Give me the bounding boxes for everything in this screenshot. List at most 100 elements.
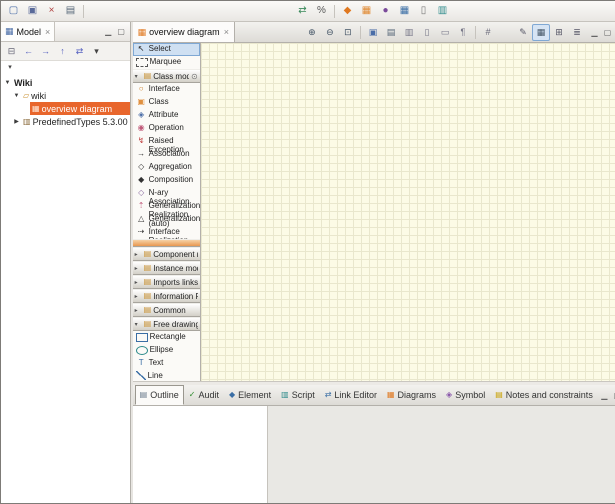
tool-generalization[interactable]: △Generalization	[133, 213, 200, 226]
tool-attribute-icon: ◈	[136, 110, 147, 119]
tool-aggregation[interactable]: ◇Aggregation	[133, 161, 200, 174]
tree-item[interactable]: ▼▱wiki	[1, 89, 130, 102]
tool-marquee[interactable]: Marquee	[133, 56, 200, 69]
page-layout-icon[interactable]: ▯	[418, 24, 436, 41]
new-class-diagram-icon[interactable]: ▦	[357, 2, 376, 20]
section-component-model[interactable]: ▸▤Component mo...	[133, 247, 200, 261]
tool-generalization-realization-auto[interactable]: ⇡Generalization/ Realization (auto)	[133, 200, 200, 213]
toggle-grid-icon[interactable]: ▦	[532, 24, 550, 41]
toggle-guides-icon[interactable]: ≣	[568, 24, 586, 41]
tool-generalization-label: Generalization	[149, 214, 201, 223]
show-page-breaks-icon[interactable]: ▭	[436, 24, 454, 41]
tool-nary-association[interactable]: ◇N-ary Association	[133, 187, 200, 200]
tool-text[interactable]: TText	[133, 357, 200, 370]
tool-class[interactable]: ▣Class	[133, 96, 200, 109]
tool-raised-exception[interactable]: ↯Raised Exception	[133, 135, 200, 148]
tab-label: Outline	[150, 390, 179, 400]
section-label: Common	[153, 306, 185, 315]
tool-rectangle[interactable]: Rectangle	[133, 331, 200, 344]
save-as-image-icon[interactable]: ▣	[364, 24, 382, 41]
tool-ellipse[interactable]: Ellipse	[133, 344, 200, 357]
close-icon[interactable]: ×	[224, 27, 229, 37]
tree-item[interactable]: ▦overview diagram	[1, 102, 130, 115]
tab-audit[interactable]: ✓Audit	[184, 385, 224, 405]
toggle-snap-icon[interactable]: ⊞	[550, 24, 568, 41]
tree-item[interactable]: ▼Wiki	[1, 76, 130, 89]
print-icon[interactable]: ▤	[61, 2, 80, 20]
tool-aggregation-icon: ◇	[136, 162, 147, 171]
zoom-percent-icon[interactable]: %	[312, 2, 331, 20]
save-all-icon[interactable]: ▣	[23, 2, 42, 20]
editor-column: ▦ overview diagram × ⊕⊖⊡▣▤▥▯▭¶#✎▦⊞≣ ▁▢ ↖…	[133, 22, 615, 503]
tab-element[interactable]: ◆Element	[224, 385, 276, 405]
new-matrix-icon[interactable]: ▦	[395, 2, 414, 20]
new-report-icon[interactable]: ▥	[433, 2, 452, 20]
close-icon[interactable]: ×	[45, 27, 50, 37]
tab-diagrams[interactable]: ▦Diagrams	[382, 385, 441, 405]
tool-interface[interactable]: ○Interface	[133, 83, 200, 96]
tool-attribute[interactable]: ◈Attribute	[133, 109, 200, 122]
navigate-back-icon[interactable]: ←	[20, 43, 37, 59]
print-diagram-icon[interactable]: ▤	[382, 24, 400, 41]
new-use-case-diagram-icon[interactable]: ●	[376, 2, 395, 20]
tool-operation[interactable]: ◉Operation	[133, 122, 200, 135]
tree-expander-icon[interactable]: ▶	[12, 118, 21, 125]
tree-item[interactable]: ▶▥PredefinedTypes 5.3.00	[1, 115, 130, 128]
section-class-model[interactable]: ▾▤Class model⊙	[133, 69, 200, 83]
refresh-model-icon[interactable]: ⇄	[293, 2, 312, 20]
section-class-model-icon: ▤	[144, 72, 152, 80]
tool-select[interactable]: ↖Select	[133, 43, 200, 56]
link-with-editor-icon[interactable]: ⇄	[71, 43, 88, 59]
auto-layout-icon[interactable]: #	[479, 24, 497, 41]
filter-menu-icon[interactable]: ▾	[3, 61, 17, 74]
tab-notes-and-constraints[interactable]: ▤Notes and constraints	[490, 385, 598, 405]
tab-label: Notes and constraints	[506, 390, 593, 400]
tree-expander-icon[interactable]: ▼	[3, 80, 12, 86]
model-tree: ▼Wiki▼▱wiki▦overview diagram▶▥Predefined…	[1, 74, 130, 503]
section-label: Imports links	[153, 278, 197, 287]
section-information-flows[interactable]: ▸▤Information Flo...	[133, 289, 200, 303]
minimize-editor-icon[interactable]: ▁	[588, 26, 601, 39]
view-menu-icon[interactable]: ▾	[88, 43, 105, 59]
maximize-bottom-panel-icon[interactable]: ▢	[611, 389, 615, 402]
tab-model[interactable]: ▦ Model ×	[1, 22, 55, 41]
minimize-model-view-icon[interactable]: ▁	[102, 25, 115, 38]
new-uml-diagram-icon[interactable]: ◆	[338, 2, 357, 20]
tool-select-label: Select	[149, 44, 199, 53]
minimize-bottom-panel-icon[interactable]: ▁	[598, 389, 611, 402]
tab-symbol[interactable]: ◈Symbol	[441, 385, 490, 405]
edit-mode-icon[interactable]: ✎	[514, 24, 532, 41]
tool-association[interactable]: →Association	[133, 148, 200, 161]
tool-line[interactable]: Line	[133, 370, 200, 381]
section-instance-model[interactable]: ▸▤Instance model	[133, 261, 200, 275]
zoom-out-icon[interactable]: ⊖	[321, 24, 339, 41]
collapse-all-icon[interactable]: ⊟	[3, 43, 20, 59]
navigate-forward-icon[interactable]: →	[37, 43, 54, 59]
section-imports-links[interactable]: ▸▤Imports links	[133, 275, 200, 289]
new-project-icon[interactable]: ▢	[4, 2, 23, 20]
section-partially-scrolled[interactable]	[133, 239, 200, 247]
tab-label: Diagrams	[398, 390, 437, 400]
tool-operation-icon: ◉	[136, 123, 147, 132]
tool-interface-realization[interactable]: ⇢Interface Realization	[133, 226, 200, 239]
pin-icon[interactable]: ⊙	[191, 72, 198, 81]
new-document-icon[interactable]: ▯	[414, 2, 433, 20]
tree-expander-icon[interactable]: ▼	[12, 93, 21, 99]
zoom-fit-icon[interactable]: ⊡	[339, 24, 357, 41]
navigate-up-icon[interactable]: ↑	[54, 43, 71, 59]
tab-script[interactable]: ▥Script	[276, 385, 320, 405]
diagram-canvas[interactable]	[201, 43, 615, 381]
delete-element-icon[interactable]: ×	[42, 2, 61, 20]
copy-image-icon[interactable]: ▥	[400, 24, 418, 41]
show-labels-icon[interactable]: ¶	[454, 24, 472, 41]
tab-overview-diagram[interactable]: ▦ overview diagram ×	[133, 22, 235, 42]
zoom-in-icon[interactable]: ⊕	[303, 24, 321, 41]
section-free-drawing[interactable]: ▾▤Free drawing	[133, 317, 200, 331]
maximize-editor-icon[interactable]: ▢	[601, 26, 614, 39]
section-common[interactable]: ▸▤Common	[133, 303, 200, 317]
section-arrow-icon: ▸	[135, 307, 142, 314]
tab-outline[interactable]: ▤Outline	[135, 385, 184, 405]
tab-link-editor[interactable]: ⇄Link Editor	[320, 385, 382, 405]
maximize-model-view-icon[interactable]: ▢	[115, 25, 128, 38]
tool-composition[interactable]: ◆Composition	[133, 174, 200, 187]
